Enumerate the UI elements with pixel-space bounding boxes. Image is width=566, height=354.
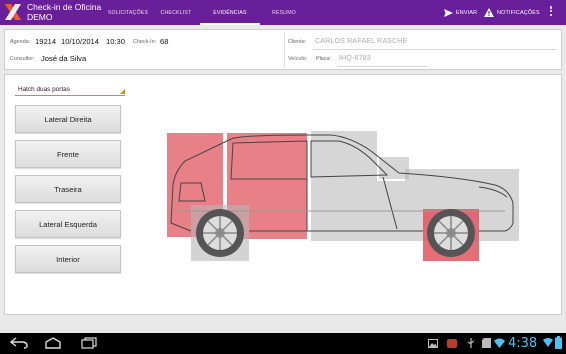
x-logo-icon — [5, 4, 21, 20]
sd-card-icon — [482, 338, 491, 348]
notifications-label: NOTIFICAÇÕES — [497, 9, 540, 16]
cliente-label: Cliente: — [288, 39, 307, 45]
vehicle-type-select[interactable]: Hatch duas portas — [15, 83, 125, 96]
cliente-field[interactable]: CARLOS RAFAEL RASCHE — [315, 38, 407, 45]
info-divider — [284, 33, 285, 68]
rear-wheel — [196, 209, 244, 257]
consultor-value: José da Silva — [41, 54, 87, 63]
checkin-value: 68 — [160, 37, 169, 46]
tab-checklist[interactable]: CHECKLIST — [152, 0, 200, 25]
checkin-info-panel: Agenda: 19214 10/10/2014 10:30 Check-In:… — [4, 29, 562, 70]
agenda-number: 19214 — [35, 37, 57, 46]
recent-apps-icon[interactable] — [80, 337, 98, 349]
app-icon — [447, 339, 457, 348]
app-title-line2: DEMO — [27, 12, 53, 22]
checkin-label: Check-In: — [133, 39, 157, 45]
app-title-line1: Check-in de Oficina — [27, 2, 102, 12]
front-wheel — [427, 209, 475, 257]
vehicle-type-value: Hatch duas portas — [18, 86, 70, 93]
notifications-button[interactable]: NOTIFICAÇÕES — [484, 0, 540, 25]
clock: 4:38 — [508, 336, 538, 351]
veiculo-label: Veículo: — [288, 56, 308, 62]
overflow-menu-icon[interactable] — [549, 6, 553, 19]
agenda-label: Agenda: — [10, 39, 31, 45]
placa-field-underline — [337, 66, 427, 67]
view-interior-button[interactable]: Interior — [15, 245, 121, 273]
vehicle-damage-map[interactable] — [161, 127, 519, 266]
tab-evidencias[interactable]: EVIDÊNCIAS — [200, 0, 260, 25]
app-title: Check-in de Oficina DEMO — [27, 2, 101, 22]
battery-icon — [555, 336, 562, 349]
usb-icon — [467, 338, 475, 348]
agenda-date: 10/10/2014 — [61, 37, 100, 46]
agenda-time: 10:30 — [106, 37, 126, 46]
view-frente-button[interactable]: Frente — [15, 140, 121, 168]
dropdown-corner-icon — [120, 89, 125, 94]
cliente-field-underline — [313, 49, 557, 50]
warning-icon — [484, 8, 494, 17]
app-bar: Check-in de Oficina DEMO SOLICITAÇÕES CH… — [0, 0, 566, 25]
consultor-label: Consultor: — [10, 56, 35, 62]
system-nav-bar: 4:38 — [0, 333, 566, 354]
back-icon[interactable] — [10, 337, 28, 349]
view-lateral-esquerda-button[interactable]: Lateral Esquerda — [15, 210, 121, 238]
tab-resumo[interactable]: RESUMO — [260, 0, 308, 25]
wifi-status-icon — [543, 338, 553, 347]
send-label: ENVIAR — [456, 9, 478, 16]
wifi-icon — [494, 338, 505, 348]
view-traseira-button[interactable]: Traseira — [15, 175, 121, 203]
gallery-icon — [428, 339, 438, 348]
tab-solicitacoes[interactable]: SOLICITAÇÕES — [104, 0, 152, 25]
send-button[interactable]: ENVIAR — [444, 0, 477, 25]
home-icon[interactable] — [44, 337, 62, 349]
evidence-panel: Hatch duas portas Lateral Direita Frente… — [4, 74, 562, 315]
send-icon — [444, 8, 453, 17]
placa-label: Placa: — [316, 56, 331, 62]
tab-bar: SOLICITAÇÕES CHECKLIST EVIDÊNCIAS RESUMO — [104, 0, 308, 25]
placa-field[interactable]: IHQ-6783 — [339, 55, 371, 62]
view-lateral-direita-button[interactable]: Lateral Direita — [15, 105, 121, 133]
